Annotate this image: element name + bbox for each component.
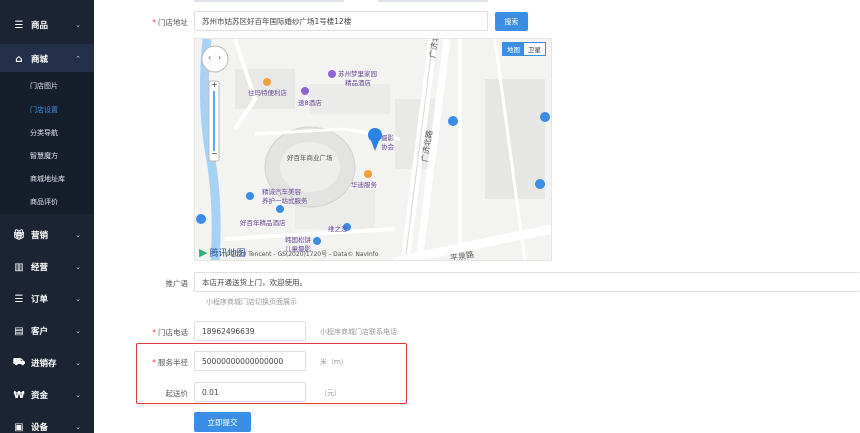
sidebar-subitem-label: 门店图片	[30, 82, 58, 90]
map-type-toggle[interactable]: 地图 卫星	[502, 42, 546, 56]
map-poi-label: 养护一站式服务	[262, 197, 308, 205]
search-button[interactable]: 搜索	[495, 12, 528, 31]
sidebar-item-products[interactable]: ☰ 商品 ⌄	[0, 10, 94, 40]
sidebar-subitem-product-reviews[interactable]: 商品评价	[0, 190, 94, 214]
chevron-down-icon: ⌄	[75, 391, 81, 399]
sidebar-item-label: 订单	[31, 295, 49, 305]
zoom-out-icon[interactable]: −	[211, 149, 218, 158]
sidebar-item-label: 商品	[31, 21, 49, 31]
sidebar-subitem-label: 门店设置	[30, 106, 58, 114]
won-icon: ₩	[13, 389, 25, 401]
phone-label: * 门店电话	[152, 328, 188, 337]
sidebar-item-devices[interactable]: ▣ 设备 ⌄	[0, 412, 94, 433]
list-icon: ☰	[14, 293, 24, 305]
map-poi-label: 好百年精品酒店	[240, 219, 286, 227]
map[interactable]: ‹ › + − 苏州梦里家园 精品酒店 住玛特便利店 速8酒店 好百年商业广场 …	[194, 38, 552, 261]
phone-hint: 小程序商城门店联系电话	[320, 328, 397, 336]
sidebar-item-orders[interactable]: ☰ 订单 ⌄	[0, 284, 94, 314]
sidebar-subitem-label: 智慧魔方	[30, 152, 58, 160]
chevron-down-icon: ⌄	[75, 263, 81, 271]
sidebar-item-label: 营销	[31, 231, 49, 241]
previous-field-border	[378, 0, 488, 2]
map-poi-label: 速8酒店	[298, 99, 322, 107]
chevron-down-icon: ⌄	[75, 359, 81, 367]
phone-input[interactable]: 18962496639	[194, 321, 306, 341]
sidebar-item-marketing[interactable]: 🎁︎ 营销 ⌄	[0, 220, 94, 250]
gift-icon: 🎁︎	[12, 229, 26, 241]
map-poi-label: 维之恋	[328, 225, 348, 233]
map-poi-label: 住玛特便利店	[248, 89, 287, 97]
sidebar-subitem-store-settings[interactable]: 门店设置	[0, 98, 94, 122]
truck-icon: ⛟	[12, 356, 26, 368]
sidebar-item-label: 设备	[31, 423, 49, 433]
sidebar-subitem-smart-cube[interactable]: 智慧魔方	[0, 144, 94, 168]
map-poi-label: 华迪服务	[351, 181, 377, 189]
sidebar-item-label: 经营	[31, 263, 49, 273]
chevron-down-icon: ⌄	[75, 231, 81, 239]
highlight-box	[136, 343, 407, 404]
list-icon: ☰	[14, 19, 24, 31]
map-poi-label: 精品酒店	[345, 79, 371, 87]
promo-input[interactable]: 本店开通送货上门，欢迎使用。	[194, 272, 860, 292]
chevron-down-icon: ⌄	[75, 21, 81, 29]
promo-hint: 小程序商城门店切换页面展示	[206, 298, 297, 306]
sidebar-subitem-category-nav[interactable]: 分类导航	[0, 121, 94, 145]
sidebar-subitem-label: 商品评价	[30, 198, 58, 206]
satellite-view-button[interactable]: 卫星	[524, 43, 545, 55]
chevron-up-icon: ⌃	[75, 55, 81, 63]
sidebar-item-label: 资金	[31, 391, 49, 401]
address-input[interactable]: 苏州市姑苏区好百年国际婚纱广场1号楼12楼	[194, 11, 488, 31]
sidebar-item-label: 客户	[31, 327, 49, 337]
chevron-down-icon: ⌄	[75, 423, 81, 431]
address-label: * 门店地址	[152, 18, 188, 27]
map-copyright: ©2020 Tencent - GS(2020)1720号 - Data© Na…	[225, 251, 379, 258]
submit-button[interactable]: 立即提交	[194, 412, 251, 432]
map-poi-label: 好百年商业广场	[287, 154, 333, 162]
chart-icon: ▥	[14, 261, 24, 273]
zoom-in-icon[interactable]: +	[211, 80, 218, 89]
pan-right-icon[interactable]: ›	[218, 53, 221, 62]
sidebar-subitem-address-library[interactable]: 商城地址库	[0, 167, 94, 191]
sidebar-subitem-label: 商城地址库	[30, 175, 65, 183]
device-icon: ▣	[14, 421, 24, 433]
sidebar-item-inventory[interactable]: ⛟ 进销存 ⌄	[0, 348, 94, 378]
chevron-down-icon: ⌄	[75, 295, 81, 303]
pan-left-icon[interactable]: ‹	[208, 53, 211, 62]
previous-field-border	[194, 0, 344, 2]
map-poi-label: 协会	[381, 143, 394, 151]
sidebar: ☰ 商品 ⌄ ⌂ 商城 ⌃ 门店图片 门店设置 分类导航 智慧魔方 商城地址库 …	[0, 0, 94, 433]
map-view-button[interactable]: 地图	[503, 43, 524, 55]
id-card-icon: ▤	[14, 325, 24, 337]
sidebar-item-operations[interactable]: ▥ 经营 ⌄	[0, 252, 94, 282]
promo-label: 推广语	[165, 279, 189, 288]
sidebar-item-label: 商城	[31, 55, 49, 65]
sidebar-item-mall[interactable]: ⌂ 商城 ⌃	[0, 44, 94, 74]
shop-icon: ⌂	[15, 53, 23, 65]
sidebar-item-label: 进销存	[31, 359, 57, 369]
chevron-down-icon: ⌄	[75, 327, 81, 335]
sidebar-item-customers[interactable]: ▤ 客户 ⌄	[0, 316, 94, 346]
sidebar-subitem-label: 分类导航	[30, 129, 58, 137]
sidebar-subitem-store-images[interactable]: 门店图片	[0, 74, 94, 98]
sidebar-item-funds[interactable]: ₩ 资金 ⌄	[0, 380, 94, 410]
